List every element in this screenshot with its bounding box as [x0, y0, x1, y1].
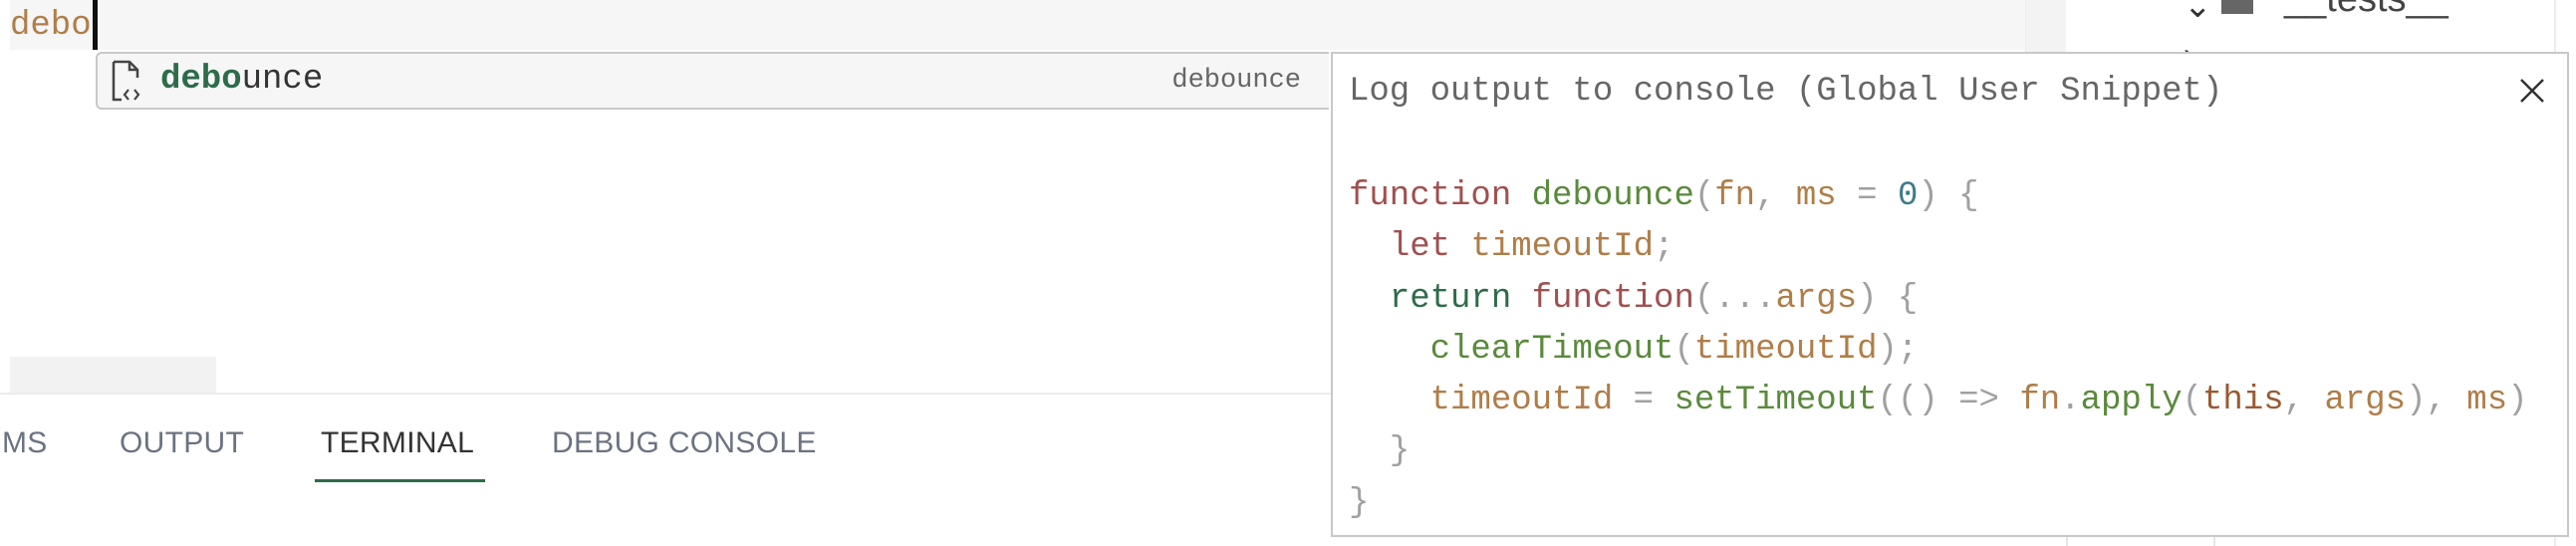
suggest-rest-text: unce: [241, 61, 324, 99]
suggest-details-panel: Log output to console (Global User Snipp…: [1331, 52, 2569, 537]
code-line: function debounce(fn, ms = 0) {: [1349, 171, 2528, 222]
code-token: setTimeout: [1674, 382, 1878, 420]
tree-item-label: __tests__: [2284, 0, 2448, 21]
code-token: function: [1349, 177, 1512, 215]
tab-terminal[interactable]: TERMINAL: [321, 426, 474, 460]
code-token: (: [1674, 330, 1694, 369]
code-line: }: [1349, 478, 2528, 529]
tree-item-tests[interactable]: ⌄ __tests__: [2066, 0, 2554, 50]
code-token: (() =>: [1877, 382, 2020, 420]
code-token: }: [1389, 432, 1411, 471]
code-token: clearTimeout: [1429, 330, 1674, 369]
suggest-item-detail: debounce: [1171, 66, 1301, 96]
close-icon[interactable]: [2517, 76, 2547, 106]
code-token: ;: [1654, 228, 1674, 267]
code-token: 0: [1897, 177, 1919, 215]
code-line: clearTimeout(timeoutId);: [1349, 325, 2528, 376]
code-token: ,: [1755, 177, 1796, 215]
code-token: =: [1613, 382, 1674, 420]
code-token: ) {: [1857, 279, 1919, 318]
suggest-item[interactable]: debounce debounce: [98, 54, 1329, 108]
tab-output[interactable]: OUTPUT: [120, 426, 244, 460]
code-token: args: [2324, 382, 2407, 420]
code-token: args: [1775, 279, 1858, 318]
code-token: ): [2507, 382, 2528, 420]
snippet-icon: [112, 60, 140, 102]
code-token: return: [1389, 279, 1512, 318]
code-token: ) {: [1918, 177, 1979, 215]
code-token: ),: [2406, 382, 2467, 420]
suggest-match-text: debo: [160, 61, 242, 99]
divider: [2066, 536, 2068, 546]
code-token: (: [1693, 177, 1715, 215]
code-token: debounce: [1531, 177, 1694, 215]
suggest-widget: debounce debounce: [96, 52, 1329, 110]
code-token: fn: [2019, 382, 2061, 420]
suggest-item-label: debounce: [160, 60, 323, 100]
code-token: ms: [2466, 382, 2508, 420]
code-token: (...: [1693, 279, 1776, 318]
code-token: }: [1349, 483, 1370, 522]
code-token: (: [2182, 382, 2203, 420]
code-token: fn: [1714, 177, 1756, 215]
code-token: this: [2202, 382, 2284, 420]
current-line-highlight: [10, 0, 2025, 50]
tab-debug-console[interactable]: DEBUG CONSOLE: [552, 426, 817, 460]
code-token: apply: [2080, 382, 2183, 420]
code-token: =: [1836, 177, 1898, 215]
code-token: function: [1531, 279, 1694, 318]
code-token: ,: [2283, 382, 2325, 420]
code-token: timeoutId: [1470, 228, 1655, 267]
divider: [2213, 536, 2215, 546]
code-token: timeoutId: [1429, 382, 1614, 420]
text-cursor: [93, 0, 98, 50]
code-line: return function(...args) {: [1349, 274, 2528, 325]
code-token: );: [1877, 330, 1919, 369]
code-token: let: [1389, 228, 1451, 267]
code-line: let timeoutId;: [1349, 222, 2528, 273]
chevron-down-icon: ⌄: [2184, 0, 2212, 25]
code-line: }: [1349, 426, 2528, 477]
code-token: .: [2060, 382, 2081, 420]
typed-text: debo: [10, 7, 92, 45]
details-title: Log output to console (Global User Snipp…: [1349, 73, 2223, 111]
snippet-code: function debounce(fn, ms = 0) { let time…: [1349, 171, 2528, 529]
folder-icon: [2221, 0, 2253, 14]
code-token: ms: [1795, 177, 1837, 215]
active-tab-indicator: [315, 479, 485, 482]
code-token: timeoutId: [1693, 330, 1878, 369]
tab-problems[interactable]: MS: [2, 426, 48, 460]
code-line: timeoutId = setTimeout(() => fn.apply(th…: [1349, 376, 2528, 426]
horizontal-scrollbar[interactable]: [10, 357, 216, 393]
